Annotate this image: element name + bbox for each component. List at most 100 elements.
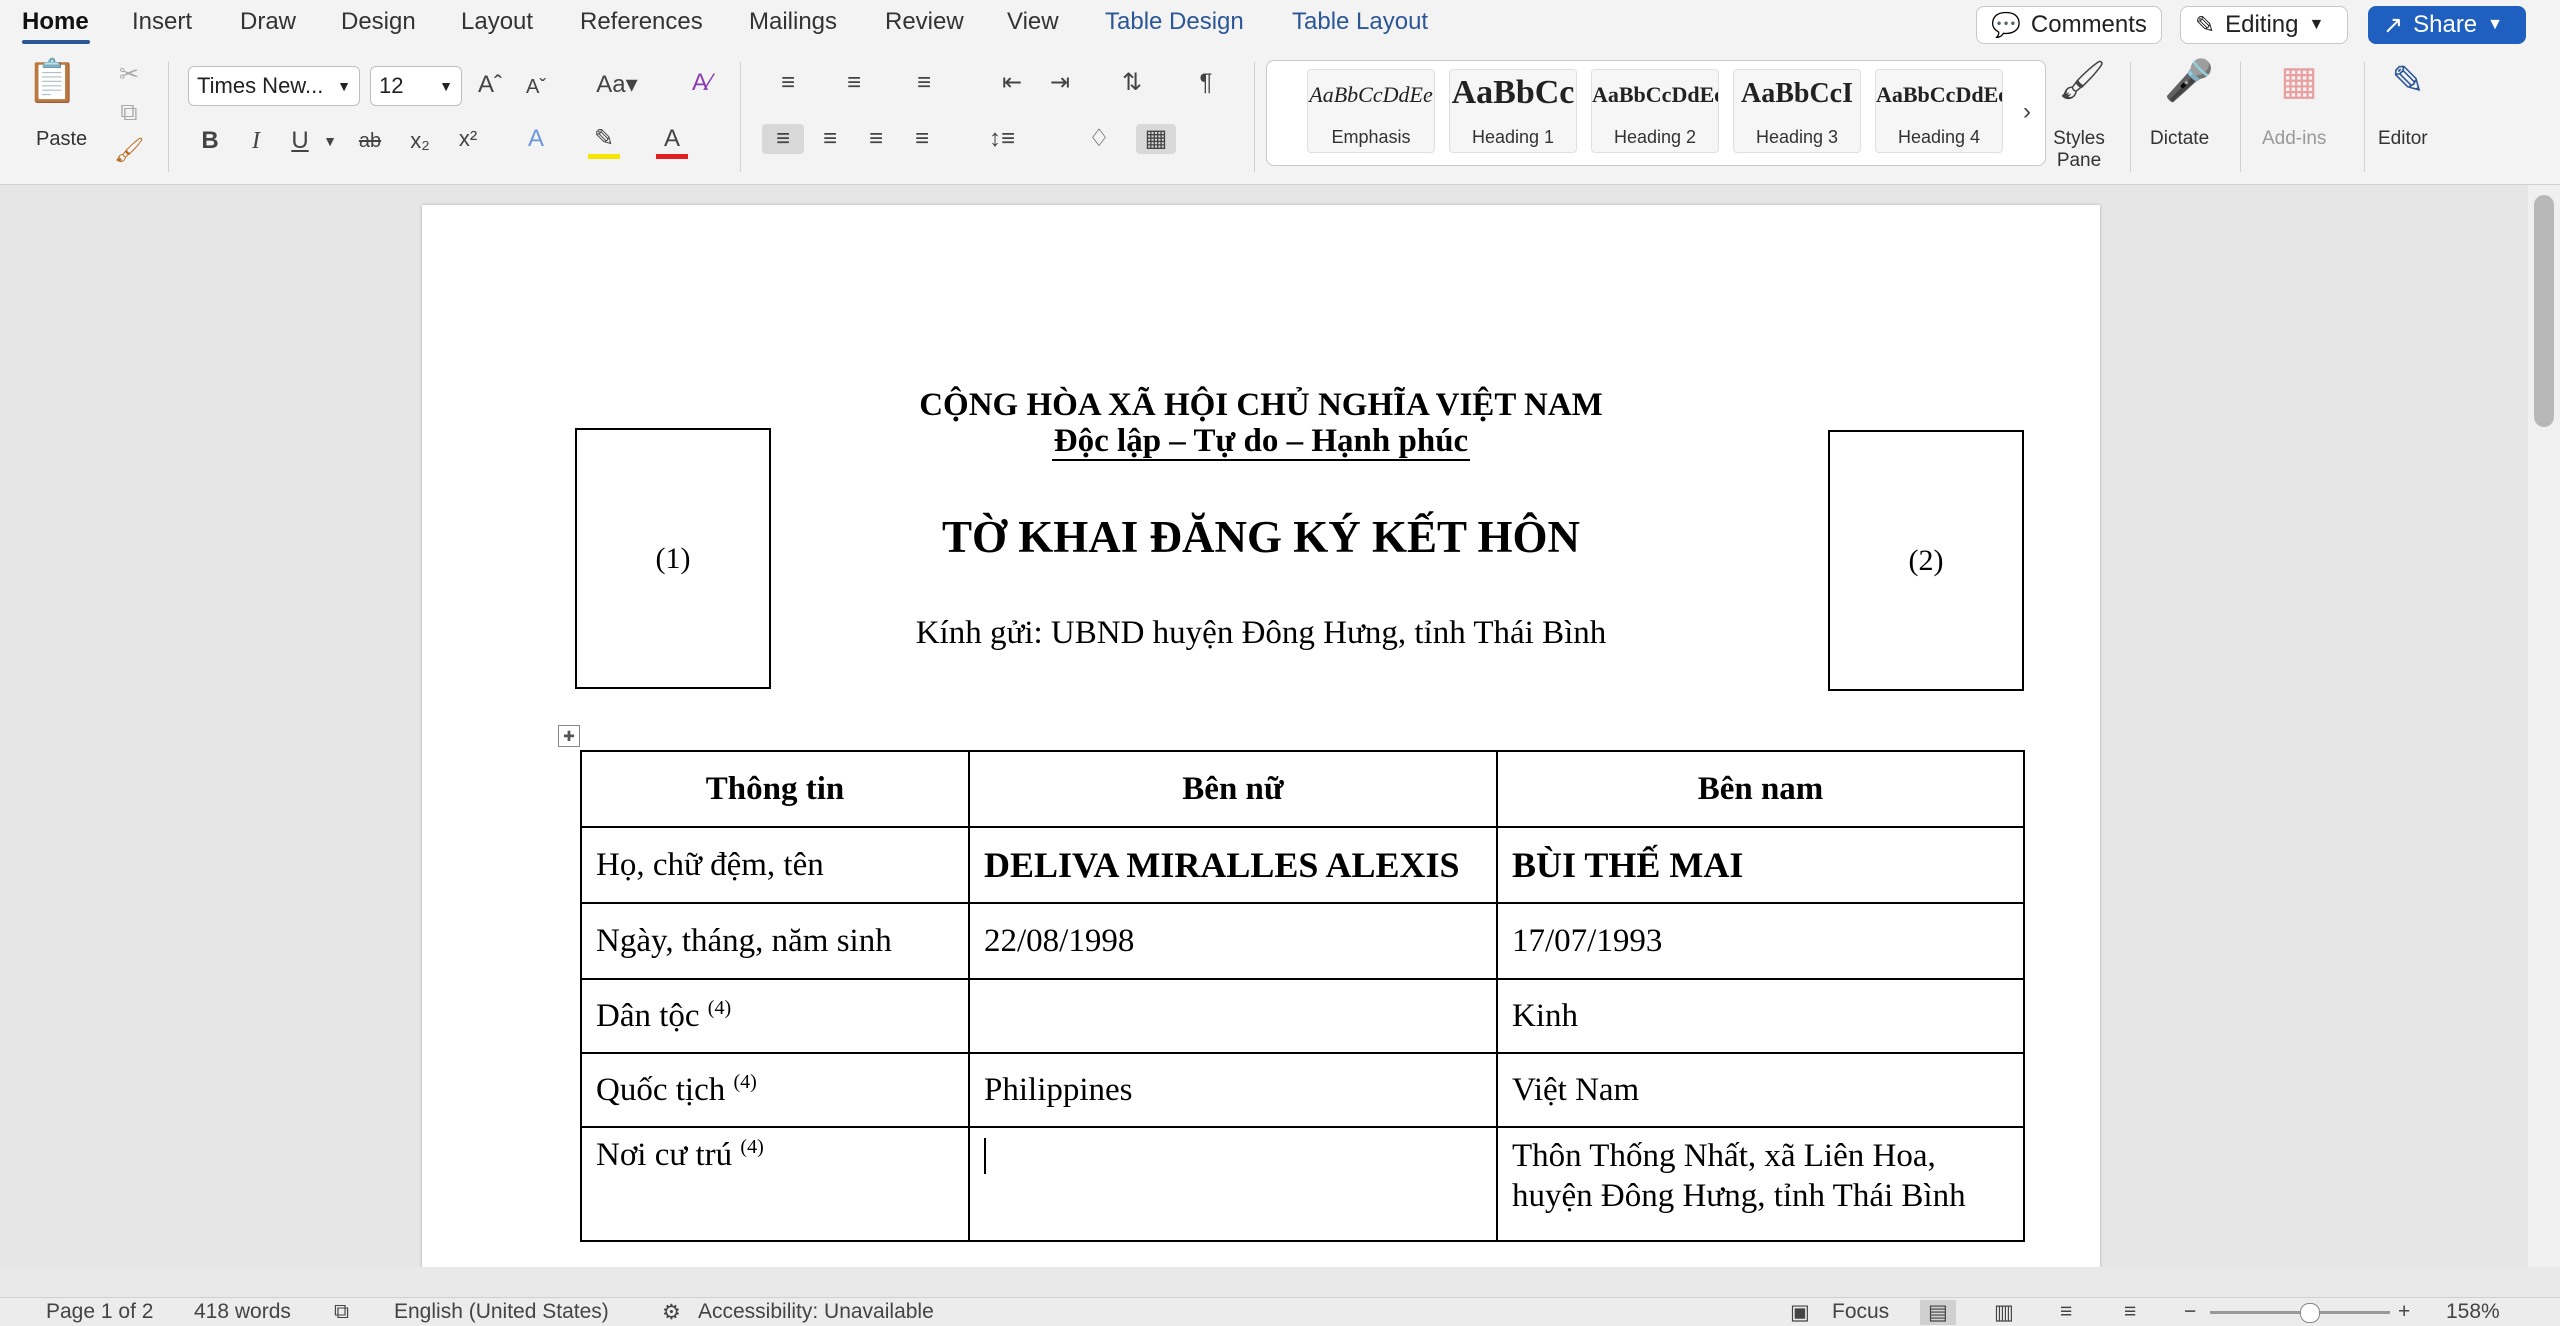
tab-draw[interactable]: Draw — [240, 8, 296, 36]
font-size-dropdown[interactable]: 12 ▼ — [370, 66, 462, 106]
female-ethnicity-cell[interactable] — [968, 978, 1498, 1054]
comment-icon: 💬 — [1991, 11, 2021, 39]
style-heading-1[interactable]: AaBbCc Heading 1 — [1449, 69, 1577, 153]
tab-review[interactable]: Review — [885, 8, 964, 36]
styles-pane-button[interactable]: Styles Pane — [2046, 128, 2112, 172]
accessibility-icon[interactable]: ⚙ — [662, 1300, 681, 1325]
dictate-button[interactable]: Dictate — [2150, 128, 2209, 150]
zoom-in-icon[interactable]: + — [2398, 1300, 2410, 1324]
row-label[interactable]: Họ, chữ đệm, tên — [580, 826, 970, 904]
zoom-level[interactable]: 158% — [2446, 1300, 2500, 1324]
tab-home[interactable]: Home — [22, 8, 89, 36]
focus-button[interactable]: Focus — [1832, 1300, 1889, 1324]
font-name-dropdown[interactable]: Times New... ▼ — [188, 66, 360, 106]
borders-icon[interactable]: ▦ — [1136, 124, 1176, 154]
shading-icon[interactable]: ♢ — [1074, 124, 1124, 154]
zoom-slider-thumb[interactable] — [2300, 1303, 2320, 1323]
tab-view[interactable]: View — [1007, 8, 1059, 36]
style-heading-3[interactable]: AaBbCcI Heading 3 — [1733, 69, 1861, 153]
female-dob-cell[interactable]: 22/08/1998 — [968, 902, 1498, 980]
tab-mailings[interactable]: Mailings — [749, 8, 837, 36]
styles-pane-icon[interactable]: 🖌 — [2058, 62, 2106, 100]
justify-icon[interactable]: ≡ — [904, 124, 940, 154]
male-dob-cell[interactable]: 17/07/1993 — [1496, 902, 2025, 980]
format-painter-icon[interactable]: 🖌 — [114, 136, 144, 166]
page-count[interactable]: Page 1 of 2 — [46, 1300, 153, 1324]
grow-font-icon[interactable]: Aˆ — [474, 70, 506, 100]
clear-formatting-icon[interactable]: A⁄ — [686, 68, 718, 98]
outline-view-icon[interactable]: ≡ — [2060, 1300, 2072, 1324]
pilcrow-icon[interactable]: ¶ — [1190, 68, 1222, 98]
line-spacing-icon[interactable]: ↕≡ — [976, 124, 1028, 154]
change-case-icon[interactable]: Aa▾ — [592, 70, 642, 100]
style-heading-4[interactable]: AaBbCcDdEe Heading 4 — [1875, 69, 2003, 153]
document-page[interactable]: CỘNG HÒA XÃ HỘI CHỦ NGHĨA VIỆT NAM Độc l… — [422, 205, 2100, 1267]
superscript-icon[interactable]: x² — [452, 124, 484, 154]
language[interactable]: English (United States) — [394, 1300, 609, 1324]
font-color-icon[interactable]: A — [656, 124, 688, 159]
table-move-handle-icon[interactable]: ✚ — [558, 725, 580, 747]
text-effects-icon[interactable]: A — [520, 124, 552, 154]
document-canvas[interactable]: CỘNG HÒA XÃ HỘI CHỦ NGHĨA VIỆT NAM Độc l… — [0, 185, 2528, 1267]
tab-table-layout[interactable]: Table Layout — [1292, 8, 1428, 36]
chevron-right-icon[interactable]: › — [2015, 97, 2039, 127]
style-emphasis[interactable]: AaBbCcDdEe Emphasis — [1307, 69, 1435, 153]
row-label-cell[interactable]: Dân tộc (4) — [580, 978, 970, 1054]
underline-icon[interactable]: U — [286, 126, 314, 156]
proofing-icon[interactable]: ⧉ — [334, 1300, 349, 1324]
italic-icon[interactable]: I — [242, 126, 270, 156]
align-right-icon[interactable]: ≡ — [858, 124, 894, 154]
align-left-icon[interactable]: ≡ — [762, 124, 804, 154]
sort-icon[interactable]: ⇅ — [1114, 68, 1150, 98]
bold-icon[interactable]: B — [196, 126, 224, 156]
highlight-icon[interactable]: ✎ — [588, 124, 620, 159]
focus-icon[interactable]: ▣ — [1790, 1300, 1810, 1325]
tab-design[interactable]: Design — [341, 8, 416, 36]
draft-view-icon[interactable]: ≡ — [2124, 1300, 2136, 1324]
female-nationality-cell[interactable]: Philippines — [968, 1052, 1498, 1128]
increase-indent-icon[interactable]: ⇥ — [1044, 68, 1076, 98]
accessibility-status[interactable]: Accessibility: Unavailable — [698, 1300, 934, 1324]
editor-icon[interactable]: ✎ — [2384, 61, 2432, 101]
align-center-icon[interactable]: ≡ — [812, 124, 848, 154]
multilevel-list-icon[interactable]: ≡ — [902, 68, 946, 98]
tab-insert[interactable]: Insert — [132, 8, 192, 36]
zoom-out-icon[interactable]: − — [2184, 1300, 2196, 1324]
subscript-icon[interactable]: x₂ — [404, 126, 436, 156]
male-residence-cell[interactable]: Thôn Thống Nhất, xã Liên Hoa, huyện Đông… — [1496, 1126, 2025, 1242]
row-label[interactable]: Ngày, tháng, năm sinh — [580, 902, 970, 980]
male-ethnicity-cell[interactable]: Kinh — [1496, 978, 2025, 1054]
editor-button[interactable]: Editor — [2378, 128, 2428, 150]
tab-table-design[interactable]: Table Design — [1105, 8, 1244, 36]
decrease-indent-icon[interactable]: ⇤ — [996, 68, 1028, 98]
print-layout-icon[interactable]: ▤ — [1920, 1300, 1956, 1325]
tab-layout[interactable]: Layout — [461, 8, 533, 36]
comments-button[interactable]: 💬 Comments — [1976, 6, 2162, 44]
shrink-font-icon[interactable]: Aˇ — [520, 72, 552, 102]
row-label-cell[interactable]: Nơi cư trú (4) — [580, 1126, 970, 1242]
copy-icon[interactable]: ⧉ — [114, 98, 144, 128]
male-nationality-cell[interactable]: Việt Nam — [1496, 1052, 2025, 1128]
paste-button[interactable]: Paste — [36, 128, 87, 151]
strikethrough-icon[interactable]: ab — [354, 126, 386, 156]
female-residence-cell[interactable] — [968, 1126, 1498, 1242]
row-label-cell[interactable]: Quốc tịch (4) — [580, 1052, 970, 1128]
word-count[interactable]: 418 words — [194, 1300, 291, 1324]
chevron-down-icon[interactable]: ▼ — [320, 126, 340, 156]
vertical-scrollbar[interactable] — [2528, 185, 2560, 1267]
share-button[interactable]: ↗ Share ▼ — [2368, 6, 2526, 44]
male-name-cell[interactable]: BÙI THẾ MAI — [1496, 826, 2025, 904]
style-heading-2[interactable]: AaBbCcDdEe Heading 2 — [1591, 69, 1719, 153]
cut-icon[interactable]: ✂ — [114, 60, 144, 90]
add-ins-button[interactable]: Add-ins — [2262, 128, 2326, 150]
add-ins-icon[interactable]: ▦ — [2276, 61, 2322, 101]
editing-mode-button[interactable]: ✎ Editing ▼ — [2180, 6, 2348, 44]
bullets-icon[interactable]: ≡ — [766, 68, 810, 98]
tab-references[interactable]: References — [580, 8, 703, 36]
scrollbar-thumb[interactable] — [2534, 195, 2554, 427]
microphone-icon[interactable]: 🎤 — [2164, 61, 2214, 101]
female-name-cell[interactable]: DELIVA MIRALLES ALEXIS — [968, 826, 1498, 904]
numbering-icon[interactable]: ≡ — [832, 68, 876, 98]
web-layout-icon[interactable]: ▥ — [1994, 1300, 2014, 1325]
paste-icon[interactable]: 📋 — [26, 60, 78, 118]
